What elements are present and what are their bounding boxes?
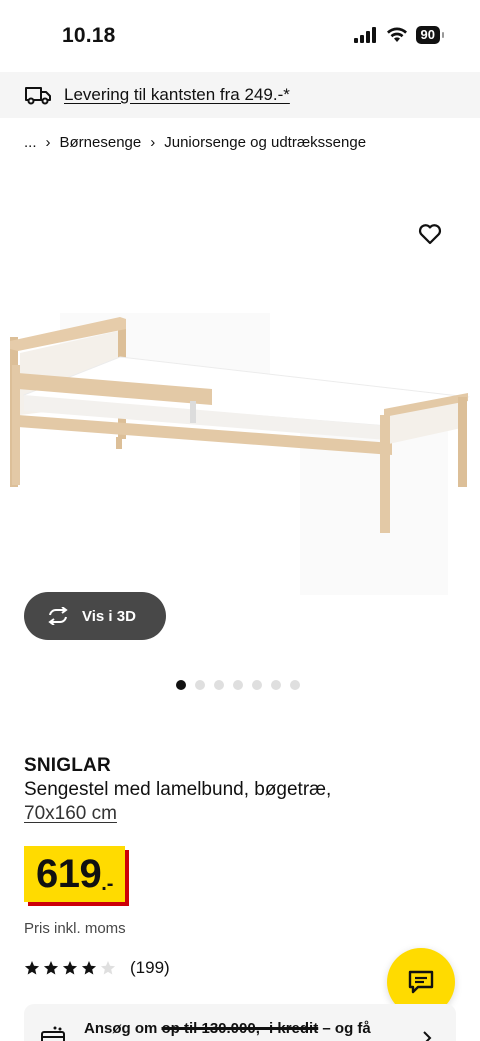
- carousel-dot[interactable]: [195, 680, 205, 690]
- star-filled-icon: [43, 961, 59, 975]
- product-image[interactable]: [0, 165, 480, 605]
- status-bar: 10.18 90: [0, 0, 480, 70]
- breadcrumb-ellipsis[interactable]: ...: [24, 134, 37, 151]
- status-icons: 90: [353, 26, 445, 44]
- product-size-link[interactable]: 70x160 cm: [24, 803, 117, 825]
- view-3d-label: Vis i 3D: [82, 607, 136, 625]
- carousel-dot[interactable]: [176, 680, 186, 690]
- credit-offer-text: Ansøg om op til 130.000,- i kredit – og …: [84, 1020, 371, 1037]
- credit-offer-card[interactable]: Ansøg om op til 130.000,- i kredit – og …: [24, 1004, 456, 1041]
- signal-icon: [353, 27, 376, 43]
- credit-text-before: Ansøg om: [84, 1020, 162, 1037]
- carousel-dot[interactable]: [233, 680, 243, 690]
- rating-stars: [24, 960, 116, 976]
- rotate-icon: [48, 607, 68, 625]
- delivery-banner[interactable]: Levering til kantsten fra 249.-*: [0, 72, 480, 118]
- breadcrumb-item-boernesenge[interactable]: Børnesenge: [60, 134, 142, 151]
- price-suffix: .-: [101, 873, 114, 895]
- breadcrumb-separator: ›: [150, 134, 156, 151]
- carousel-dot[interactable]: [252, 680, 262, 690]
- credit-text-after: – og få: [318, 1020, 371, 1037]
- breadcrumb-item-juniorsenge[interactable]: Juniorsenge og udtrækssenge: [164, 134, 366, 151]
- star-filled-icon: [81, 961, 97, 975]
- carousel-dot[interactable]: [271, 680, 281, 690]
- view-3d-button[interactable]: Vis i 3D: [24, 592, 166, 640]
- product-name: SNIGLAR: [24, 755, 111, 776]
- heart-icon: [418, 224, 442, 245]
- status-time: 10.18: [62, 24, 116, 47]
- vat-note: Pris inkl. moms: [24, 920, 126, 937]
- product-description: Sengestel med lamelbund, bøgetræ,: [24, 779, 332, 800]
- star-empty-icon: [100, 961, 116, 975]
- favorite-button[interactable]: [416, 220, 444, 248]
- carousel-dots: [176, 680, 300, 690]
- breadcrumb: ... › Børnesenge › Juniorsenge og udtræk…: [24, 134, 366, 151]
- review-count[interactable]: (199): [130, 958, 170, 978]
- price-amount: 619: [36, 852, 102, 896]
- credit-text-strike: op til 130.000,- i kredit: [161, 1020, 319, 1037]
- price-tag: 619 .-: [24, 846, 126, 902]
- delivery-link[interactable]: Levering til kantsten fra 249.-*: [64, 85, 290, 105]
- credit-icon: [41, 1026, 65, 1041]
- chevron-right-icon: [423, 1031, 432, 1041]
- battery-indicator: 90: [415, 26, 445, 44]
- wifi-icon: [386, 27, 407, 42]
- truck-icon: [25, 87, 51, 105]
- chat-icon: [408, 970, 434, 994]
- carousel-dot[interactable]: [214, 680, 224, 690]
- product-rating[interactable]: (199): [24, 958, 170, 978]
- breadcrumb-separator: ›: [45, 134, 51, 151]
- star-filled-icon: [24, 961, 40, 975]
- star-filled-icon: [62, 961, 78, 975]
- carousel-dot[interactable]: [290, 680, 300, 690]
